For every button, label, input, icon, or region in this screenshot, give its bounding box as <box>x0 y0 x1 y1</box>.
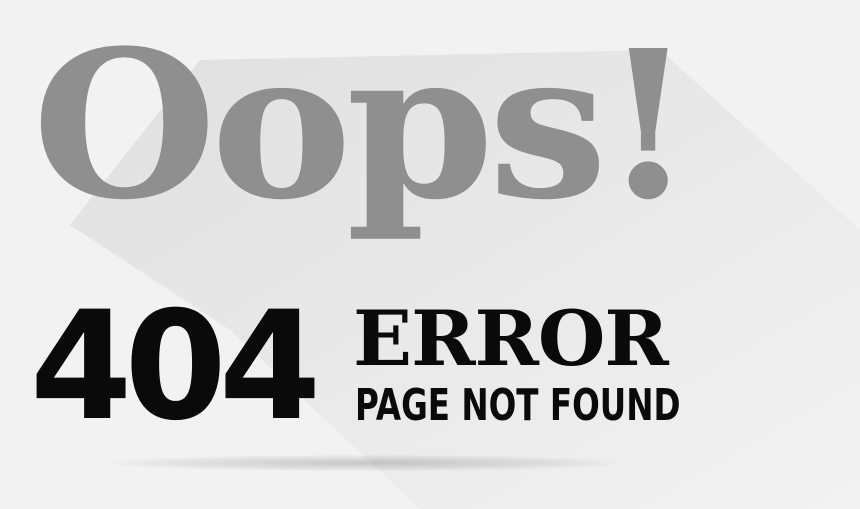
page-not-found-text: PAGE NOT FOUND <box>355 380 681 431</box>
oops-headline: Oops! <box>32 5 695 245</box>
ground-shadow <box>112 455 617 471</box>
error-code: 404 <box>30 280 321 454</box>
error-title: ERROR <box>353 294 669 383</box>
error-404-illustration: Oops! 404 ERROR PAGE NOT FOUND <box>0 0 860 509</box>
